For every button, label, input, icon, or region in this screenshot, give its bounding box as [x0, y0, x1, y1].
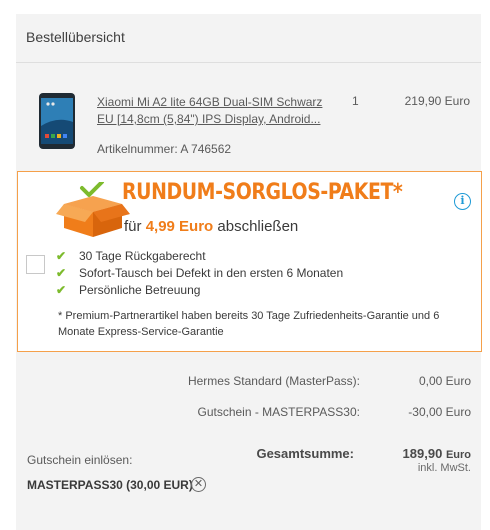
total-label: Gesamtsumme: [256, 446, 354, 461]
total-currency: Euro [445, 449, 471, 461]
insurance-promo-box: RUNDUM-SORGLOS-PAKET* für 4,99 Euro absc… [17, 171, 482, 352]
promo-subtitle: für 4,99 Euro abschließen [124, 218, 298, 235]
coupon-label: Gutschein einlösen: [27, 453, 133, 467]
promo-title: RUNDUM-SORGLOS-PAKET* [122, 180, 403, 205]
product-price: 219,90 Euro [404, 94, 470, 108]
benefit-list: ✔ 30 Tage Rückgaberecht ✔ Sofort-Tausch be… [56, 248, 343, 299]
coupon-code: MASTERPASS30 (30,00 EUR) [27, 478, 193, 492]
order-summary-heading: Bestellübersicht [26, 29, 125, 45]
product-article-number: Artikelnummer: A 746562 [97, 142, 232, 156]
smartphone-image[interactable] [28, 92, 86, 150]
package-check-icon [56, 182, 130, 237]
promo-subtitle-prefix: für [124, 218, 146, 235]
promo-price: 4,99 Euro [145, 218, 214, 235]
close-circle-icon[interactable]: ✕ [191, 477, 206, 492]
check-icon: ✔ [56, 249, 67, 263]
benefit-text: Persönliche Betreuung [79, 283, 201, 297]
promo-footnote: * Premium-Partnerartikel haben bereits 3… [58, 310, 440, 338]
shipping-value: 0,00 Euro [418, 374, 471, 388]
vat-note: inkl. MwSt. [417, 462, 471, 474]
benefit-item: ✔ 30 Tage Rückgaberecht [56, 248, 343, 265]
total-value: 189,90 Euro [403, 446, 471, 461]
product-quantity: 1 [352, 94, 359, 108]
info-icon[interactable]: i [454, 193, 471, 210]
voucher-label: Gutschein - MASTERPASS30: [197, 405, 360, 419]
promo-checkbox[interactable] [26, 255, 45, 274]
total-amount: 189,90 [402, 446, 443, 461]
shipping-label: Hermes Standard (MasterPass): [187, 374, 360, 388]
benefit-text: 30 Tage Rückgaberecht [79, 249, 206, 263]
heading-divider [16, 62, 481, 63]
benefit-text: Sofort-Tausch bei Defekt in den ersten 6… [79, 266, 344, 280]
product-name-link[interactable]: Xiaomi Mi A2 lite 64GB Dual-SIM Schwarz … [97, 94, 332, 128]
benefit-item: ✔ Sofort-Tausch bei Defekt in den ersten … [56, 265, 343, 282]
check-icon: ✔ [56, 283, 67, 297]
promo-subtitle-suffix: abschließen [213, 218, 299, 235]
benefit-item: ✔ Persönliche Betreuung [56, 282, 343, 299]
voucher-value: -30,00 Euro [408, 405, 471, 419]
check-icon: ✔ [56, 266, 67, 280]
